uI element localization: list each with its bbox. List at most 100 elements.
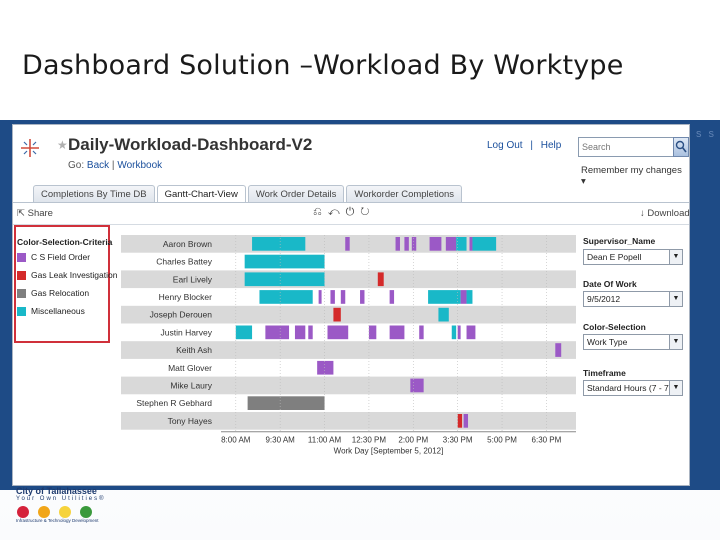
gantt-bar[interactable] (389, 290, 395, 304)
tab-completions-by-time[interactable]: Completions By Time DB (33, 185, 155, 202)
gantt-bar[interactable] (463, 414, 469, 428)
gantt-bar[interactable] (265, 325, 290, 340)
legend-item[interactable]: Gas Relocation (17, 287, 89, 299)
supervisor-value: Dean E Popell (587, 252, 642, 262)
x-tick-label: 6:30 PM (532, 436, 562, 445)
gantt-bar[interactable] (259, 290, 313, 304)
x-tick-label: 8:00 AM (221, 436, 251, 445)
gantt-bar[interactable] (419, 325, 424, 340)
download-button[interactable]: ↓ Download (640, 208, 690, 219)
tab-gantt-chart-view[interactable]: Gantt-Chart-View (156, 185, 246, 202)
gantt-bar[interactable] (294, 325, 306, 340)
share-button[interactable]: ⇱ Share (17, 208, 53, 219)
x-tick-label: 3:30 PM (443, 436, 473, 445)
gantt-row-label: Matt Glover (168, 363, 212, 373)
search-input[interactable]: Search (578, 137, 674, 157)
gantt-bar[interactable] (460, 290, 467, 304)
gantt-bar[interactable] (457, 325, 461, 340)
legend-swatch (17, 271, 26, 281)
help-link[interactable]: Help (541, 140, 562, 151)
toolbar-divider (13, 224, 689, 225)
gantt-bar[interactable] (438, 307, 449, 322)
top-links-separator: | (530, 140, 533, 151)
gantt-bar[interactable] (318, 290, 322, 304)
city-logo-tagline: Your Own Utilities® (16, 496, 106, 502)
gantt-bar[interactable] (395, 237, 400, 251)
download-icon: ↓ (640, 208, 645, 219)
logout-link[interactable]: Log Out (487, 140, 523, 151)
breadcrumb-separator: | (111, 160, 115, 171)
gantt-bar[interactable] (555, 343, 562, 357)
dropdown-arrow-icon: ▼ (669, 292, 682, 306)
gantt-bar[interactable] (457, 414, 463, 428)
favorite-star-icon[interactable]: ★ (57, 138, 68, 152)
gantt-bar[interactable] (428, 290, 461, 304)
gantt-bar[interactable] (244, 254, 325, 269)
gantt-bar[interactable] (389, 325, 405, 340)
supervisor-filter-label: Supervisor_Name (583, 236, 656, 246)
gantt-bar[interactable] (445, 237, 457, 251)
color-selection-select[interactable]: Work Type ▼ (583, 334, 683, 350)
gantt-bar[interactable] (330, 290, 335, 304)
gantt-bar[interactable] (466, 290, 473, 304)
gantt-bar[interactable] (340, 290, 346, 304)
gantt-bar[interactable] (456, 237, 467, 251)
gantt-bar[interactable] (345, 237, 350, 251)
workbook-link[interactable]: Workbook (117, 160, 162, 171)
gantt-bar[interactable] (235, 325, 253, 340)
x-tick-label: 11:00 AM (308, 436, 342, 445)
download-label: Download (647, 208, 690, 219)
gantt-bar[interactable] (410, 378, 424, 393)
gantt-bar[interactable] (368, 325, 377, 340)
gantt-bar[interactable] (308, 325, 313, 340)
tab-workorder-completions[interactable]: Workorder Completions (346, 185, 463, 202)
legend-title: Color-Selection-Criteria (17, 237, 113, 247)
tab-work-order-details[interactable]: Work Order Details (247, 185, 345, 202)
gantt-bar[interactable] (377, 272, 384, 287)
top-links: Log Out | Help (487, 140, 566, 151)
tableau-logo-icon (21, 139, 39, 157)
tab-bar: Completions By Time DB Gantt-Chart-View … (33, 185, 464, 202)
gantt-bar[interactable] (451, 325, 457, 340)
legend-swatch (17, 289, 26, 299)
slide-title: Dashboard Solution –Workload By Worktype (22, 50, 624, 81)
gantt-bar[interactable] (466, 325, 476, 340)
gantt-bar[interactable] (360, 290, 365, 304)
gantt-bar[interactable] (429, 237, 442, 251)
gantt-bar[interactable] (252, 237, 306, 251)
legend-item[interactable]: C S Field Order (17, 251, 90, 263)
dropdown-arrow-icon: ▼ (669, 250, 682, 264)
city-logo-department: Infrastructure & Technology Development (16, 518, 99, 523)
refresh-icon[interactable]: ↻ (360, 206, 375, 218)
search-button[interactable] (673, 137, 689, 157)
city-logo-title: City of Tallahassee (16, 486, 97, 496)
legend-label: Gas Relocation (31, 288, 90, 298)
search-icon (675, 140, 687, 153)
gantt-bar[interactable] (411, 237, 417, 251)
dashboard-screenshot: ★ Daily-Workload-Dashboard-V2 Go: Back |… (12, 124, 690, 486)
gantt-bar[interactable] (472, 237, 497, 251)
color-selection-label: Color-Selection (583, 322, 646, 332)
gantt-bar[interactable] (244, 272, 325, 287)
legend-item[interactable]: Miscellaneous (17, 305, 85, 317)
share-icon: ⇱ (17, 208, 25, 219)
gantt-bar[interactable] (333, 307, 341, 322)
gantt-bar[interactable] (469, 237, 473, 251)
pause-icon[interactable]: ⏻ (346, 206, 361, 218)
undo-icon[interactable]: ↶ (328, 206, 346, 218)
legend-item[interactable]: Gas Leak Investigation (17, 269, 117, 281)
supervisor-select[interactable]: Dean E Popell ▼ (583, 249, 683, 265)
gantt-bar[interactable] (327, 325, 349, 340)
gantt-bar[interactable] (317, 360, 334, 375)
legend-label: Gas Leak Investigation (31, 270, 118, 280)
gantt-bar[interactable] (247, 396, 325, 410)
back-link[interactable]: Back (87, 160, 109, 171)
timeframe-value: Standard Hours (7 - 7) (587, 383, 672, 393)
revert-icon[interactable]: ⎌ (313, 206, 328, 218)
x-tick-label: 2:00 PM (398, 436, 428, 445)
timeframe-select[interactable]: Standard Hours (7 - 7) ▼ (583, 380, 683, 396)
remember-changes-dropdown[interactable]: Remember my changes ▾ (581, 165, 689, 187)
date-select[interactable]: 9/5/2012 ▼ (583, 291, 683, 307)
legend-swatch (17, 253, 26, 263)
gantt-bar[interactable] (404, 237, 409, 251)
